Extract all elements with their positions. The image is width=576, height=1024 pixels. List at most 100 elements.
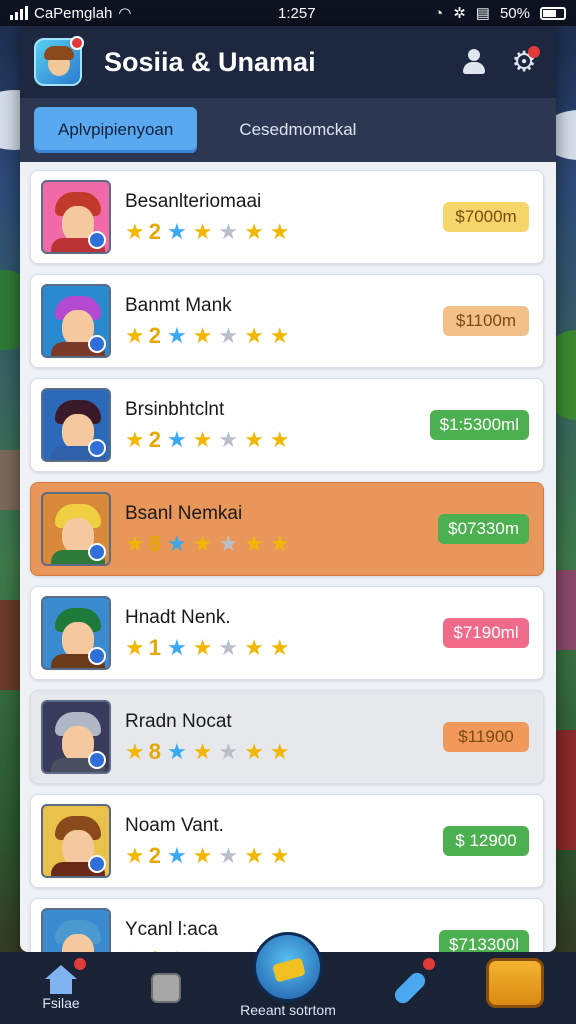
hero-portrait	[41, 700, 111, 774]
star-icon: ★	[125, 219, 145, 244]
star-icon: ★	[269, 323, 290, 348]
star-rating: ★ 2 ★ ★ ★ ★ ★	[125, 221, 443, 243]
wifi-icon: ◠	[118, 5, 132, 22]
hero-portrait	[41, 596, 111, 670]
star-icon: ★	[269, 219, 290, 244]
heroes-panel: Sosiia & Unamai ⚙ Aplvpipienyoan Cesedmo…	[20, 26, 556, 952]
hero-level: 2	[148, 843, 161, 868]
star-icon: ★	[218, 219, 239, 244]
hero-row[interactable]: Brsinbhtclnt ★ 2 ★ ★ ★ ★ ★ $1:5300ml	[30, 378, 544, 472]
star-icon: ★	[218, 635, 239, 660]
status-bar: CaPemglah ◠ 1:257 ◔ ✲ ▤ 50%	[0, 0, 576, 26]
price-button[interactable]: $713300l	[439, 930, 529, 952]
battery-percent: 50%	[499, 4, 530, 22]
price-button[interactable]: $07330m	[438, 514, 529, 544]
star-icon: ★	[192, 843, 213, 868]
settings-button[interactable]: ⚙	[506, 44, 542, 80]
star-icon: ★	[166, 635, 187, 660]
star-icon: ★	[244, 843, 264, 868]
rocket-icon	[391, 969, 429, 1007]
star-icon: ★	[125, 739, 145, 764]
nav-map-label: Reeant sotrtom	[240, 1002, 336, 1018]
price-button[interactable]: $7000m	[443, 202, 529, 232]
battery-icon	[540, 6, 566, 20]
hero-level: 2	[148, 323, 161, 348]
notification-dot	[528, 46, 540, 58]
hero-name: Bsanl Nemkai	[125, 503, 243, 524]
nav-home-label: Fsilae	[42, 995, 80, 1011]
class-badge-icon	[88, 855, 106, 873]
hero-level: 1	[148, 635, 161, 660]
class-badge-icon	[88, 335, 106, 353]
hero-row[interactable]: Banmt Mank ★ 2 ★ ★ ★ ★ ★ $1100m	[30, 274, 544, 368]
star-icon: ★	[244, 635, 264, 660]
star-rating: ★ 2 ★ ★ ★ ★ ★	[125, 429, 430, 451]
star-icon: ★	[218, 427, 239, 452]
star-icon: ★	[269, 427, 290, 452]
star-icon: ★	[125, 427, 145, 452]
price-button[interactable]: $ 12900	[443, 826, 529, 856]
hero-portrait	[41, 284, 111, 358]
star-icon: ★	[244, 219, 264, 244]
star-icon: ★	[244, 427, 264, 452]
star-icon: ★	[218, 843, 239, 868]
hero-name: Rradn Nocat	[125, 711, 232, 732]
notification-dot	[74, 958, 86, 970]
tab-primary[interactable]: Aplvpipienyoan	[34, 107, 198, 153]
star-rating: ★ 2 ★ ★ ★ ★ ★	[125, 845, 443, 867]
star-icon: ★	[218, 531, 239, 556]
hero-row[interactable]: Noam Vant. ★ 2 ★ ★ ★ ★ ★ $ 12900	[30, 794, 544, 888]
tab-bar: Aplvpipienyoan Cesedmomckal	[20, 98, 556, 162]
page-title: Sosiia & Unamai	[104, 46, 316, 77]
star-rating: ★ 2 ★ ★ ★ ★ ★	[125, 325, 443, 347]
star-icon: ★	[244, 323, 264, 348]
message-icon: ▤	[475, 5, 490, 22]
star-icon: ★	[269, 635, 290, 660]
nav-home[interactable]: Fsilae	[18, 952, 104, 1024]
hero-row[interactable]: Bsanl Nemkai ★ 8 ★ ★ ★ ★ ★ $07330m	[30, 482, 544, 576]
star-icon: ★	[166, 219, 187, 244]
tab-secondary[interactable]: Cesedmomckal	[215, 107, 380, 153]
star-icon: ★	[166, 843, 187, 868]
star-icon: ★	[166, 323, 187, 348]
hero-row[interactable]: Hnadt Nenk. ★ 1 ★ ★ ★ ★ ★ $7190ml	[30, 586, 544, 680]
signal-icon	[10, 6, 28, 20]
hero-level: 8	[148, 739, 161, 764]
star-icon: ★	[192, 531, 213, 556]
price-button[interactable]: $11900	[443, 722, 529, 752]
price-button[interactable]: $7190ml	[443, 618, 529, 648]
star-rating: ★ 1 ★ ★ ★ ★ ★	[125, 637, 443, 659]
star-icon: ★	[192, 427, 213, 452]
star-icon: ★	[244, 531, 264, 556]
friends-button[interactable]	[456, 44, 492, 80]
class-badge-icon	[88, 751, 106, 769]
star-icon: ★	[125, 323, 145, 348]
map-icon	[253, 932, 323, 1002]
hero-portrait	[41, 180, 111, 254]
profile-avatar[interactable]	[34, 36, 84, 86]
nav-inventory[interactable]	[123, 952, 209, 1024]
hero-row[interactable]: Besanlteriomaai ★ 2 ★ ★ ★ ★ ★ $7000m	[30, 170, 544, 264]
hero-level: 2	[148, 427, 161, 452]
star-icon: ★	[218, 739, 239, 764]
hero-name: Brsinbhtclnt	[125, 399, 225, 420]
star-icon: ★	[192, 323, 213, 348]
nav-boost[interactable]	[367, 952, 453, 1024]
home-icon	[44, 965, 78, 995]
app-header: Sosiia & Unamai ⚙	[20, 26, 556, 98]
hero-list: Besanlteriomaai ★ 2 ★ ★ ★ ★ ★ $7000m Ban…	[20, 162, 556, 952]
star-rating: ★ 8 ★ ★ ★ ★ ★	[125, 533, 438, 555]
price-button[interactable]: $1100m	[443, 306, 529, 336]
hero-row[interactable]: Rradn Nocat ★ 8 ★ ★ ★ ★ ★ $11900	[30, 690, 544, 784]
star-icon: ★	[192, 219, 213, 244]
bottom-nav: Fsilae Reeant sotrtom	[0, 932, 576, 1024]
star-icon: ★	[166, 427, 187, 452]
clock: 1:257	[278, 4, 316, 22]
star-icon: ★	[166, 739, 187, 764]
price-button[interactable]: $1:5300ml	[429, 410, 529, 440]
nav-chest[interactable]	[472, 952, 558, 1024]
star-icon: ★	[269, 739, 290, 764]
hero-portrait	[41, 804, 111, 878]
class-badge-icon	[88, 647, 106, 665]
nav-map[interactable]: Reeant sotrtom	[228, 932, 348, 1024]
